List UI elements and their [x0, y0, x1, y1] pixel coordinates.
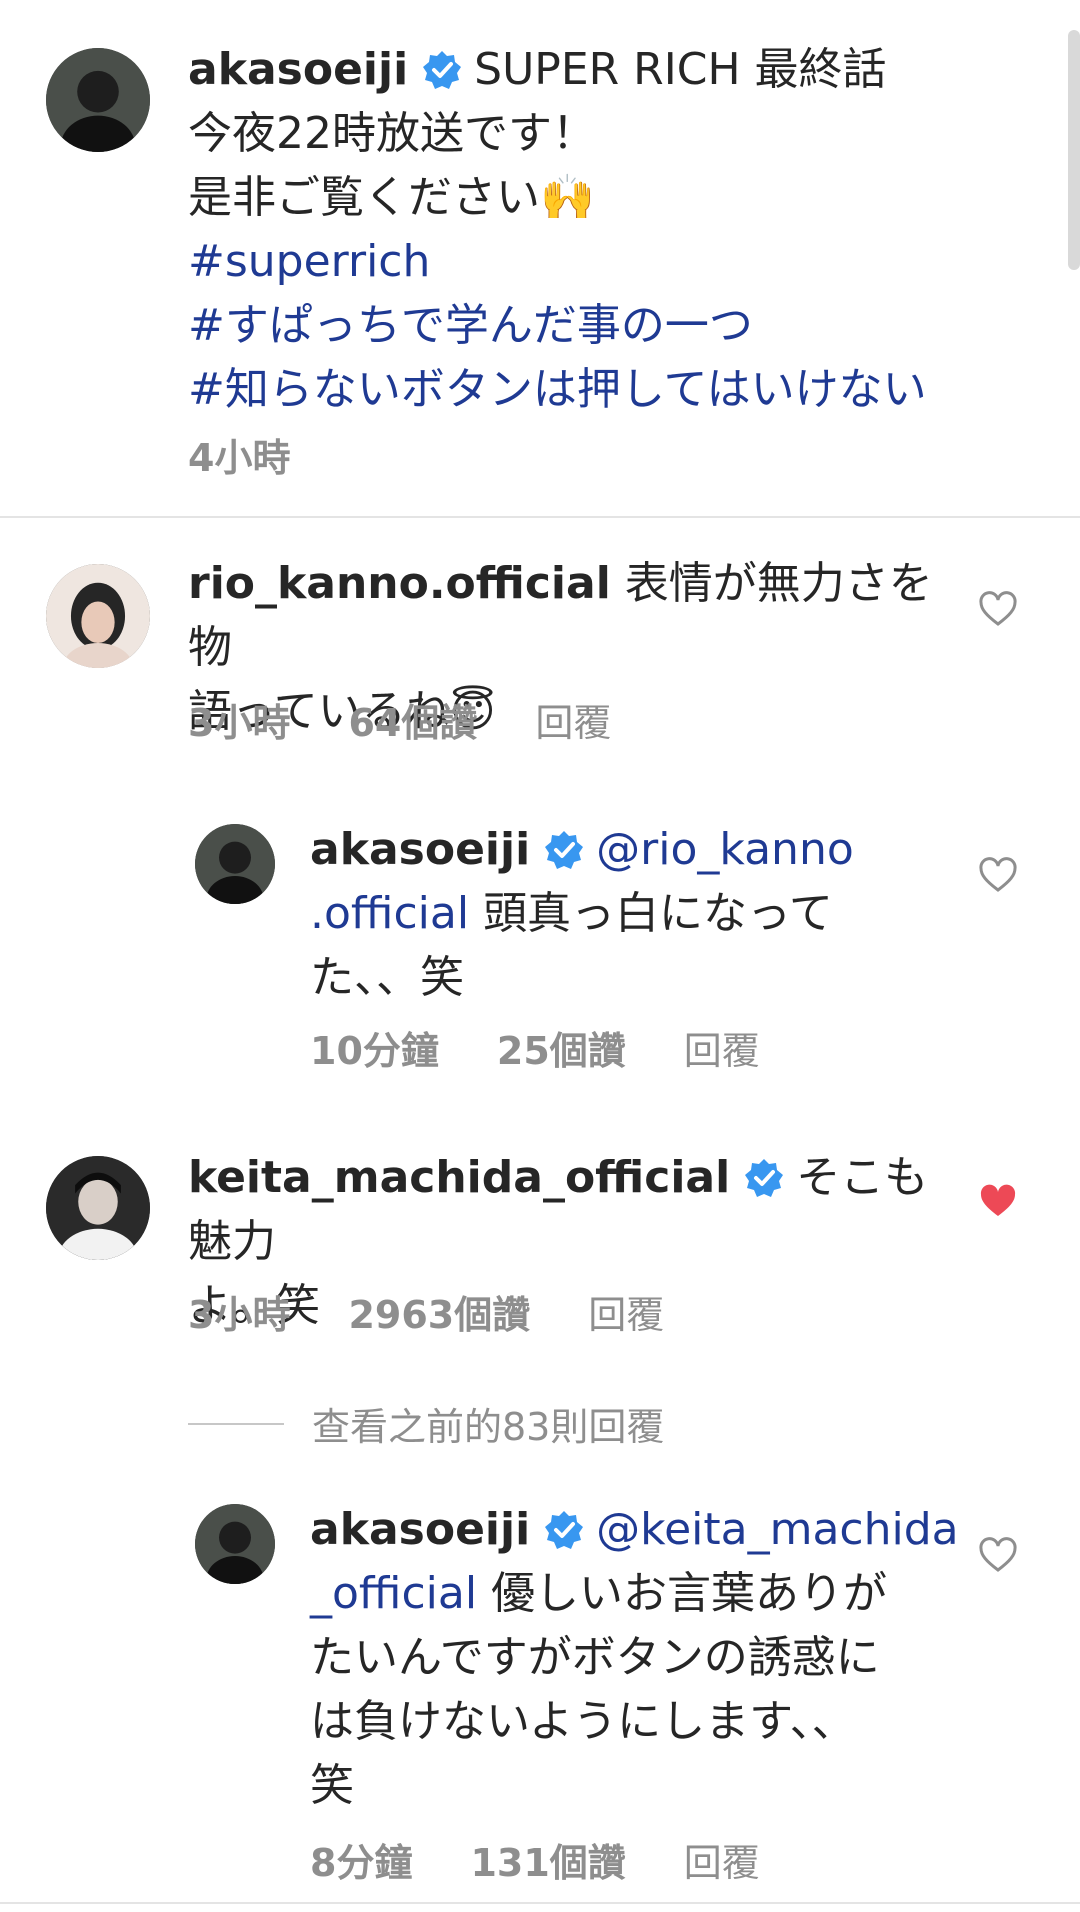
caption-line-3: 是非ご覧ください🙌 [188, 172, 595, 223]
reply-button[interactable]: 回覆 [684, 1029, 760, 1073]
like-count[interactable]: 64個讚 [348, 701, 477, 745]
divider [0, 516, 1080, 518]
reply-button[interactable]: 回覆 [684, 1841, 760, 1885]
comment-username[interactable]: akasoeiji [310, 824, 530, 875]
comment-username[interactable]: akasoeiji [310, 1504, 530, 1555]
timestamp: 3小時 [188, 701, 291, 745]
comment-username[interactable]: rio_kanno.official [188, 558, 611, 609]
comment-meta: 3小時 64個讚 回覆 [188, 698, 669, 748]
avatar[interactable] [195, 1504, 275, 1584]
reply-body: akasoeiji @keita_machida _official 優しいお言葉… [310, 1498, 960, 1818]
avatar[interactable] [46, 564, 150, 668]
caption-username[interactable]: akasoeiji [188, 44, 408, 95]
comment-text: た、、笑 [310, 952, 464, 1003]
reply-meta: 10分鐘 25個讚 回覆 [310, 1026, 818, 1076]
caption-line-1: akasoeiji SUPER RICH 最終話 [188, 38, 1008, 102]
verified-badge-icon [545, 1511, 584, 1549]
avatar[interactable] [46, 48, 150, 152]
hashtag-link[interactable]: #すぱっちで学んだ事の一つ [188, 294, 1008, 358]
divider [188, 1422, 284, 1425]
reply-body: akasoeiji @rio_kanno .official 頭真っ白になって た… [310, 818, 910, 1010]
comment-username[interactable]: keita_machida_official [188, 1152, 730, 1203]
caption-line-2: 今夜22時放送です！ [188, 108, 596, 159]
comment-text: 笑 [310, 1760, 354, 1811]
hashtag-link[interactable]: #superrich [188, 230, 1008, 294]
like-count[interactable]: 25個讚 [497, 1029, 626, 1073]
caption: akasoeiji SUPER RICH 最終話 今夜22時放送です！ 是非ご覧く… [188, 38, 1008, 422]
mention-link[interactable]: .official [310, 888, 469, 939]
reply-button[interactable]: 回覆 [535, 701, 611, 745]
scrollbar[interactable] [1068, 30, 1080, 270]
timestamp: 4小時 [188, 436, 291, 480]
comment-text: は負けないようにします、、 [310, 1696, 856, 1747]
mention-link[interactable]: _official [310, 1568, 477, 1619]
heart-filled-icon[interactable] [978, 1182, 1018, 1222]
timestamp: 10分鐘 [310, 1029, 439, 1073]
caption-text: SUPER RICH 最終話 [474, 44, 887, 95]
comment-text: たいんですがボタンの誘惑に [310, 1632, 880, 1683]
heart-outline-icon[interactable] [978, 1536, 1018, 1576]
divider [0, 1902, 1080, 1904]
comment-text: 頭真っ白になって [483, 888, 833, 939]
hashtag-link[interactable]: #知らないボタンは押してはいけない [188, 358, 1008, 422]
timestamp: 8分鐘 [310, 1841, 413, 1885]
mention-link[interactable]: @rio_kanno [596, 824, 854, 875]
view-previous-replies-label[interactable]: 查看之前的83則回覆 [312, 1396, 664, 1451]
like-count[interactable]: 131個讚 [470, 1841, 625, 1885]
heart-outline-icon[interactable] [978, 856, 1018, 896]
reply-meta: 8分鐘 131個讚 回覆 [310, 1838, 818, 1888]
timestamp: 3小時 [188, 1293, 291, 1337]
reply-button[interactable]: 回覆 [588, 1293, 664, 1337]
avatar[interactable] [195, 824, 275, 904]
like-count[interactable]: 2963個讚 [348, 1293, 530, 1337]
verified-badge-icon [545, 831, 584, 869]
avatar[interactable] [46, 1156, 150, 1260]
heart-outline-icon[interactable] [978, 590, 1018, 630]
caption-meta: 4小時 [188, 433, 348, 483]
comment-meta: 3小時 2963個讚 回覆 [188, 1290, 722, 1340]
verified-badge-icon [423, 51, 462, 89]
view-previous-replies[interactable]: 查看之前的83則回覆 [188, 1396, 664, 1451]
mention-link[interactable]: @keita_machida [596, 1504, 958, 1555]
comment-text: 優しいお言葉ありが [491, 1568, 888, 1619]
verified-badge-icon [745, 1159, 784, 1197]
